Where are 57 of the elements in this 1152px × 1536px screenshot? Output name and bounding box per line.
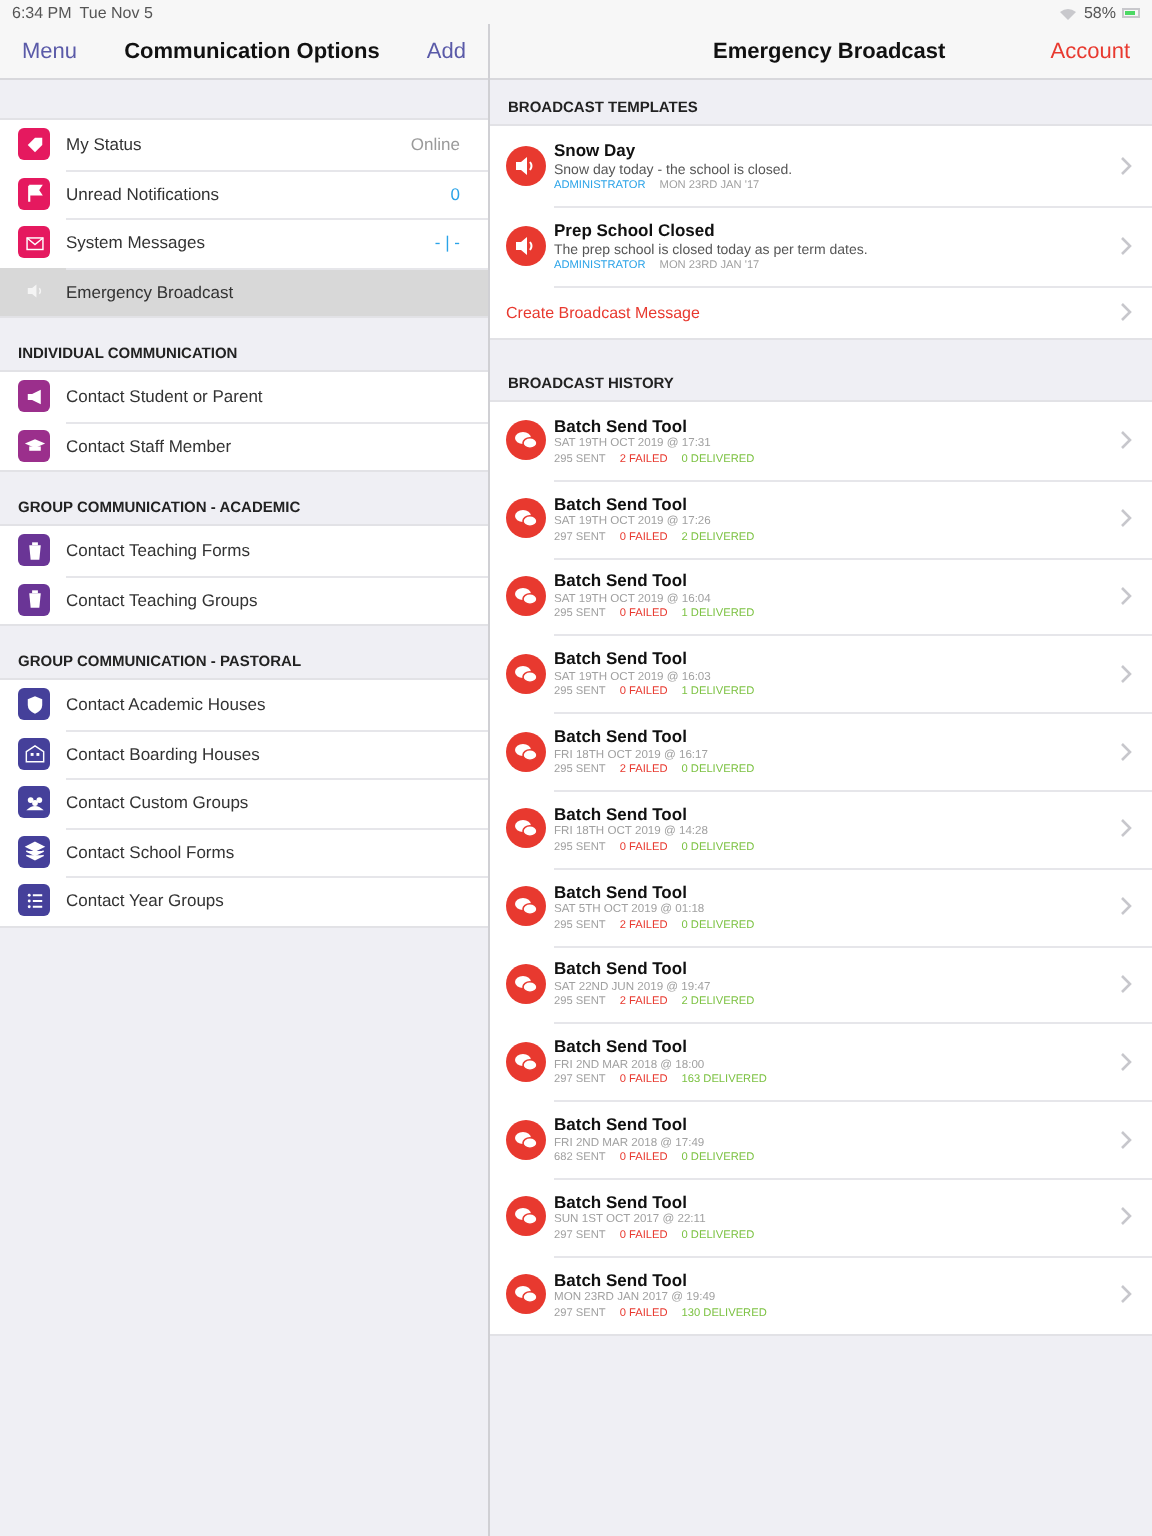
chevron-icon — [1120, 430, 1132, 451]
history-title: Batch Send Tool — [554, 570, 689, 591]
history-title: Batch Send Tool — [554, 415, 689, 436]
chat-bubbles-icon — [506, 963, 546, 1004]
chevron-icon — [1120, 156, 1132, 176]
history-title: Batch Send Tool — [554, 1191, 689, 1212]
history-title: Batch Send Tool — [554, 726, 689, 747]
chevron-icon — [1120, 508, 1132, 529]
history-title: Batch Send Tool — [554, 493, 689, 514]
chevron-icon — [1120, 896, 1132, 917]
history-title: Batch Send Tool — [554, 648, 689, 669]
chat-bubbles-icon — [506, 1041, 546, 1082]
chevron-icon — [1120, 973, 1132, 994]
nav-title: Communication Options — [124, 39, 380, 63]
item-value: - | - — [434, 232, 462, 253]
chat-bubbles-icon — [506, 420, 546, 461]
chat-bubbles-icon — [506, 731, 546, 772]
chat-bubbles-icon — [506, 1274, 546, 1315]
battery-icon — [1122, 7, 1140, 17]
sidebar-item[interactable]: Emergency Broadcast — [0, 267, 488, 316]
account-button[interactable]: Account — [1050, 39, 1130, 63]
chat-bubbles-icon — [506, 808, 546, 849]
battery-percent: 58% — [1083, 3, 1116, 21]
chevron-icon — [1120, 1051, 1132, 1072]
history-title: Batch Send Tool — [554, 1269, 689, 1290]
chat-bubbles-icon — [506, 1119, 546, 1160]
item-value: Online — [410, 134, 462, 155]
chat-bubbles-icon — [506, 1196, 546, 1237]
menu-button[interactable]: Menu — [22, 39, 78, 63]
chevron-icon — [1120, 1206, 1132, 1227]
chevron-icon — [1120, 663, 1132, 684]
speaker-icon — [506, 226, 546, 266]
chevron-icon — [1120, 741, 1132, 762]
speaker-icon — [506, 146, 546, 186]
nav-title: Emergency Broadcast — [711, 39, 948, 63]
chat-bubbles-icon — [506, 886, 546, 927]
chat-bubbles-icon — [506, 498, 546, 539]
history-title: Batch Send Tool — [554, 881, 689, 902]
chat-bubbles-icon — [506, 653, 546, 694]
history-title: Batch Send Tool — [554, 958, 689, 979]
template-title: Prep School Closed — [554, 220, 717, 240]
clock-time: 6:34 PM — [12, 3, 72, 21]
item-value: 0 — [450, 183, 462, 204]
add-button[interactable]: Add — [426, 39, 466, 63]
chevron-icon — [1120, 1129, 1132, 1150]
chat-bubbles-icon — [506, 575, 546, 616]
history-title: Batch Send Tool — [554, 1114, 689, 1135]
chevron-icon — [1120, 236, 1132, 256]
status-date: Tue Nov 5 — [79, 3, 153, 21]
template-title: Snow Day — [554, 140, 638, 160]
chevron-icon — [1120, 302, 1132, 322]
chevron-icon — [1120, 1284, 1132, 1305]
wifi-icon — [1057, 5, 1078, 19]
history-title: Batch Send Tool — [554, 803, 689, 824]
chevron-icon — [1120, 818, 1132, 839]
chevron-icon — [1120, 585, 1132, 606]
history-title: Batch Send Tool — [554, 1036, 689, 1057]
